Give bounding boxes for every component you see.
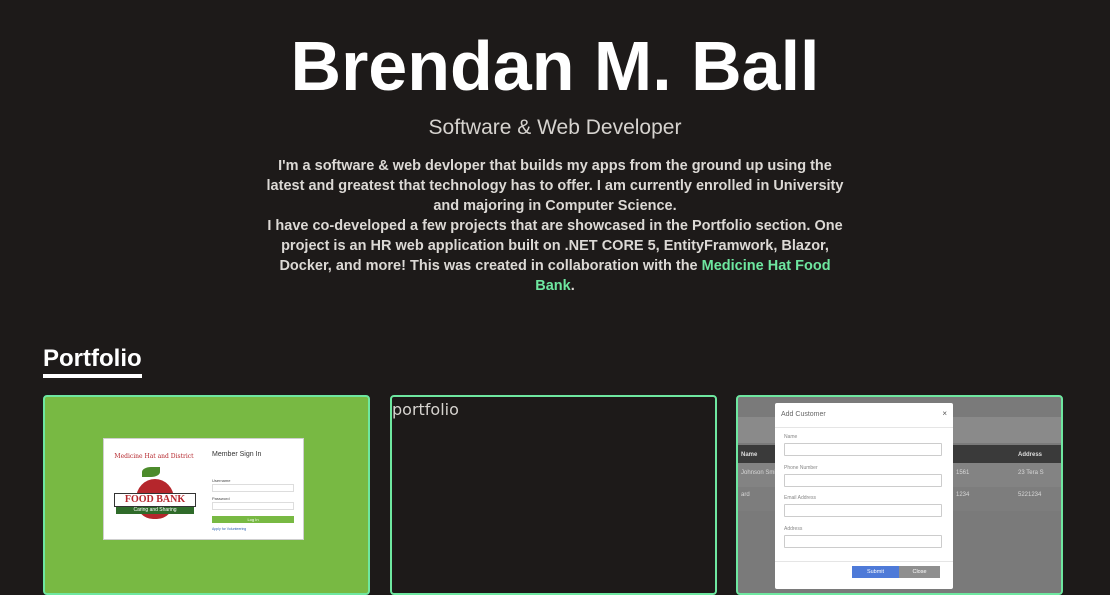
logo-sub-text: Caring and Sharing bbox=[116, 507, 194, 514]
portfolio-card-customers[interactable]: Name Address Johnson Smit 1561 23 Tera S… bbox=[736, 395, 1063, 595]
close-icon: × bbox=[942, 409, 947, 418]
row-phone: 1234 bbox=[956, 492, 970, 498]
modal-footer-divider bbox=[775, 561, 953, 562]
portfolio-card-food-bank[interactable]: Medicine Hat and District FOOD BANK Cari… bbox=[43, 395, 370, 595]
row-name: ard bbox=[741, 492, 750, 498]
signin-form: Member Sign In Username Password Log In … bbox=[210, 447, 298, 533]
portfolio-heading: Portfolio bbox=[43, 344, 142, 378]
bio-end: . bbox=[570, 278, 575, 294]
login-screenshot: Medicine Hat and District FOOD BANK Cari… bbox=[104, 439, 303, 539]
row-phone: 1561 bbox=[956, 470, 970, 476]
page-title: Brendan M. Ball bbox=[290, 27, 820, 105]
close-button: Close bbox=[899, 566, 940, 578]
address-field bbox=[784, 535, 942, 548]
login-button: Log In bbox=[212, 516, 294, 523]
header-address: Address bbox=[1018, 452, 1043, 458]
phone-field bbox=[784, 474, 942, 487]
modal-title: Add Customer bbox=[781, 411, 826, 418]
signin-title: Member Sign In bbox=[212, 451, 262, 458]
leaf-icon bbox=[142, 467, 160, 477]
row-address: 5221234 bbox=[1018, 492, 1042, 498]
submit-button: Submit bbox=[852, 566, 899, 578]
email-field bbox=[784, 504, 942, 517]
portfolio-card-broken[interactable]: portfolio bbox=[390, 395, 717, 595]
food-bank-logo: Medicine Hat and District FOOD BANK Cari… bbox=[108, 445, 200, 533]
logo-main-text: FOOD BANK bbox=[114, 493, 196, 507]
row-address: 23 Tera S bbox=[1018, 470, 1044, 476]
modal-divider bbox=[775, 427, 953, 428]
password-label: Password bbox=[212, 496, 230, 501]
username-label: Username bbox=[212, 478, 231, 483]
subtitle: Software & Web Developer bbox=[428, 116, 682, 139]
header-name: Name bbox=[741, 452, 758, 458]
row-name: Johnson Smit bbox=[741, 470, 778, 476]
add-customer-modal: Add Customer × Name Phone Number Email A… bbox=[775, 403, 953, 589]
password-field bbox=[212, 502, 294, 510]
broken-image-alt: portfolio bbox=[392, 400, 459, 419]
logo-arc-text: Medicine Hat and District bbox=[114, 453, 194, 460]
name-field bbox=[784, 443, 942, 456]
field-label-address: Address bbox=[784, 526, 803, 532]
username-field bbox=[212, 484, 294, 492]
field-label-name: Name bbox=[784, 434, 798, 440]
apply-link: Apply for Volunteering bbox=[212, 527, 247, 531]
field-label-phone: Phone Number bbox=[784, 465, 818, 471]
field-label-email: Email Address bbox=[784, 495, 816, 501]
bio-paragraph: I'm a software & web devloper that build… bbox=[265, 156, 845, 296]
bio-text-1: I'm a software & web devloper that build… bbox=[266, 158, 844, 214]
